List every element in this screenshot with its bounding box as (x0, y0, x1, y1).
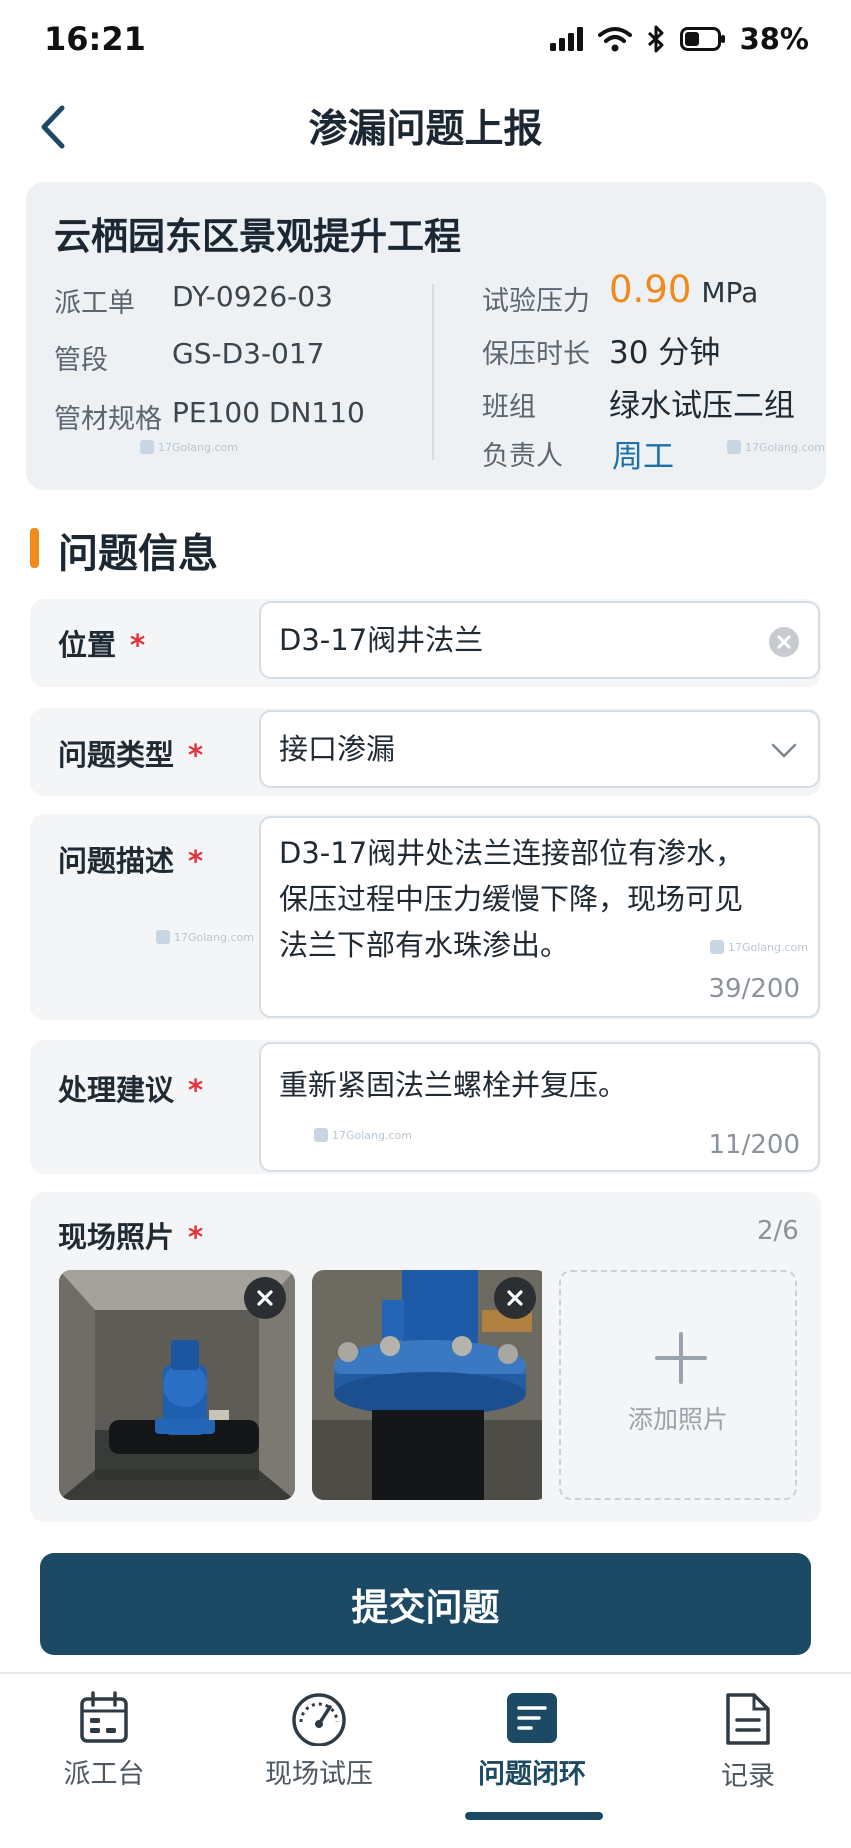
issue-type-value: 接口渗漏 (279, 732, 396, 766)
cellular-signal-icon (549, 27, 583, 51)
document-lines-icon (507, 1693, 557, 1743)
photos-counter: 2/6 (757, 1216, 799, 1246)
photos-label: 现场照片 * (58, 1220, 204, 1254)
issue-type-label: 问题类型 * (58, 738, 204, 772)
test-pressure-value: 0.90 (609, 268, 692, 311)
plus-icon (655, 1332, 707, 1384)
battery-icon (679, 27, 725, 51)
description-label: 问题描述 * (58, 844, 204, 878)
close-icon (507, 1290, 523, 1306)
required-mark: * (188, 738, 204, 772)
description-line-2: 保压过程中压力缓慢下降，现场可见 (279, 882, 744, 916)
home-indicator (465, 1812, 603, 1820)
site-photo-1[interactable] (59, 1270, 295, 1500)
work-order-value: DY-0926-03 (172, 280, 333, 313)
add-photo-label: 添加照片 (627, 1405, 728, 1434)
test-pressure-label: 试验压力 (482, 286, 590, 317)
team-label: 班组 (482, 392, 536, 423)
gauge-icon (292, 1693, 346, 1746)
watermark: 17Golang.com (156, 930, 254, 944)
team-value: 绿水试压二组 (609, 388, 795, 424)
calendar-icon (80, 1691, 128, 1743)
tab-bar-divider (0, 1672, 851, 1674)
pipe-section-label: 管段 (54, 345, 108, 376)
pipe-spec-label: 管材规格 (54, 404, 162, 435)
submit-button[interactable]: 提交问题 (40, 1553, 811, 1655)
leader-value[interactable]: 周工 (612, 431, 674, 476)
description-line-1: D3-17阀井处法兰连接部位有渗水， (279, 836, 745, 870)
records-icon (726, 1693, 770, 1745)
tab-issue-closure[interactable]: 问题闭环 (432, 1690, 632, 1791)
watermark: 17Golang.com (314, 1128, 412, 1142)
tab-records[interactable]: 记录 (648, 1690, 848, 1793)
battery-percent: 38% (739, 22, 809, 56)
pipe-spec-value: PE100 DN110 (172, 396, 365, 429)
bluetooth-icon (647, 25, 664, 53)
section-title: 问题信息 (58, 531, 218, 577)
clear-button[interactable] (769, 627, 799, 657)
tab-label: 问题闭环 (478, 1759, 586, 1790)
site-photo-2[interactable] (312, 1270, 548, 1500)
issue-type-select[interactable]: 接口渗漏 (259, 710, 820, 788)
suggestion-counter: 11/200 (708, 1130, 800, 1160)
tab-dispatch[interactable]: 派工台 (4, 1690, 204, 1791)
hold-duration-label: 保压时长 (482, 339, 590, 370)
test-pressure-unit: MPa (701, 276, 759, 309)
wifi-icon (597, 27, 632, 52)
tab-label: 派工台 (63, 1759, 145, 1790)
pipe-section-value: GS-D3-017 (172, 337, 325, 370)
page-title: 渗漏问题上报 (308, 107, 543, 152)
required-mark: * (188, 1220, 204, 1254)
location-value: D3-17阀井法兰 (279, 623, 484, 657)
remove-photo-button[interactable] (494, 1277, 536, 1319)
description-textarea[interactable]: D3-17阀井处法兰连接部位有渗水， 保压过程中压力缓慢下降，现场可见 法兰下部… (259, 816, 820, 1018)
project-name: 云栖园东区景观提升工程 (54, 215, 461, 258)
section-accent-bar (30, 528, 39, 568)
suggestion-value: 重新紧固法兰螺栓并复压。 (279, 1068, 628, 1102)
watermark: 17Golang.com (140, 440, 238, 454)
close-icon (257, 1290, 273, 1306)
tab-label: 记录 (721, 1761, 775, 1792)
status-icons: 38% (549, 22, 809, 56)
watermark: 17Golang.com (727, 440, 825, 454)
add-photo-button[interactable]: 添加照片 (559, 1270, 797, 1500)
description-line-3: 法兰下部有水珠渗出。 (279, 928, 570, 962)
tab-label: 现场试压 (265, 1759, 373, 1790)
location-label: 位置 * (58, 628, 146, 662)
close-icon (777, 635, 791, 649)
required-mark: * (188, 844, 204, 878)
location-input[interactable]: D3-17阀井法兰 (259, 601, 820, 679)
work-order-label: 派工单 (54, 288, 135, 319)
required-mark: * (188, 1073, 204, 1107)
test-pressure: 0.90 MPa (609, 268, 758, 311)
tab-pressure-test[interactable]: 现场试压 (219, 1690, 419, 1791)
suggestion-label: 处理建议 * (58, 1073, 204, 1107)
leader-label: 负责人 (482, 441, 563, 472)
watermark: 17Golang.com (710, 940, 808, 954)
status-time: 16:21 (44, 20, 146, 58)
suggestion-textarea[interactable]: 重新紧固法兰螺栓并复压。 11/200 (259, 1042, 820, 1172)
hold-duration-value: 30 分钟 (609, 335, 721, 371)
description-counter: 39/200 (708, 974, 800, 1004)
remove-photo-button[interactable] (244, 1277, 286, 1319)
card-divider (432, 284, 434, 460)
chevron-down-icon (771, 743, 797, 758)
required-mark: * (130, 628, 146, 662)
